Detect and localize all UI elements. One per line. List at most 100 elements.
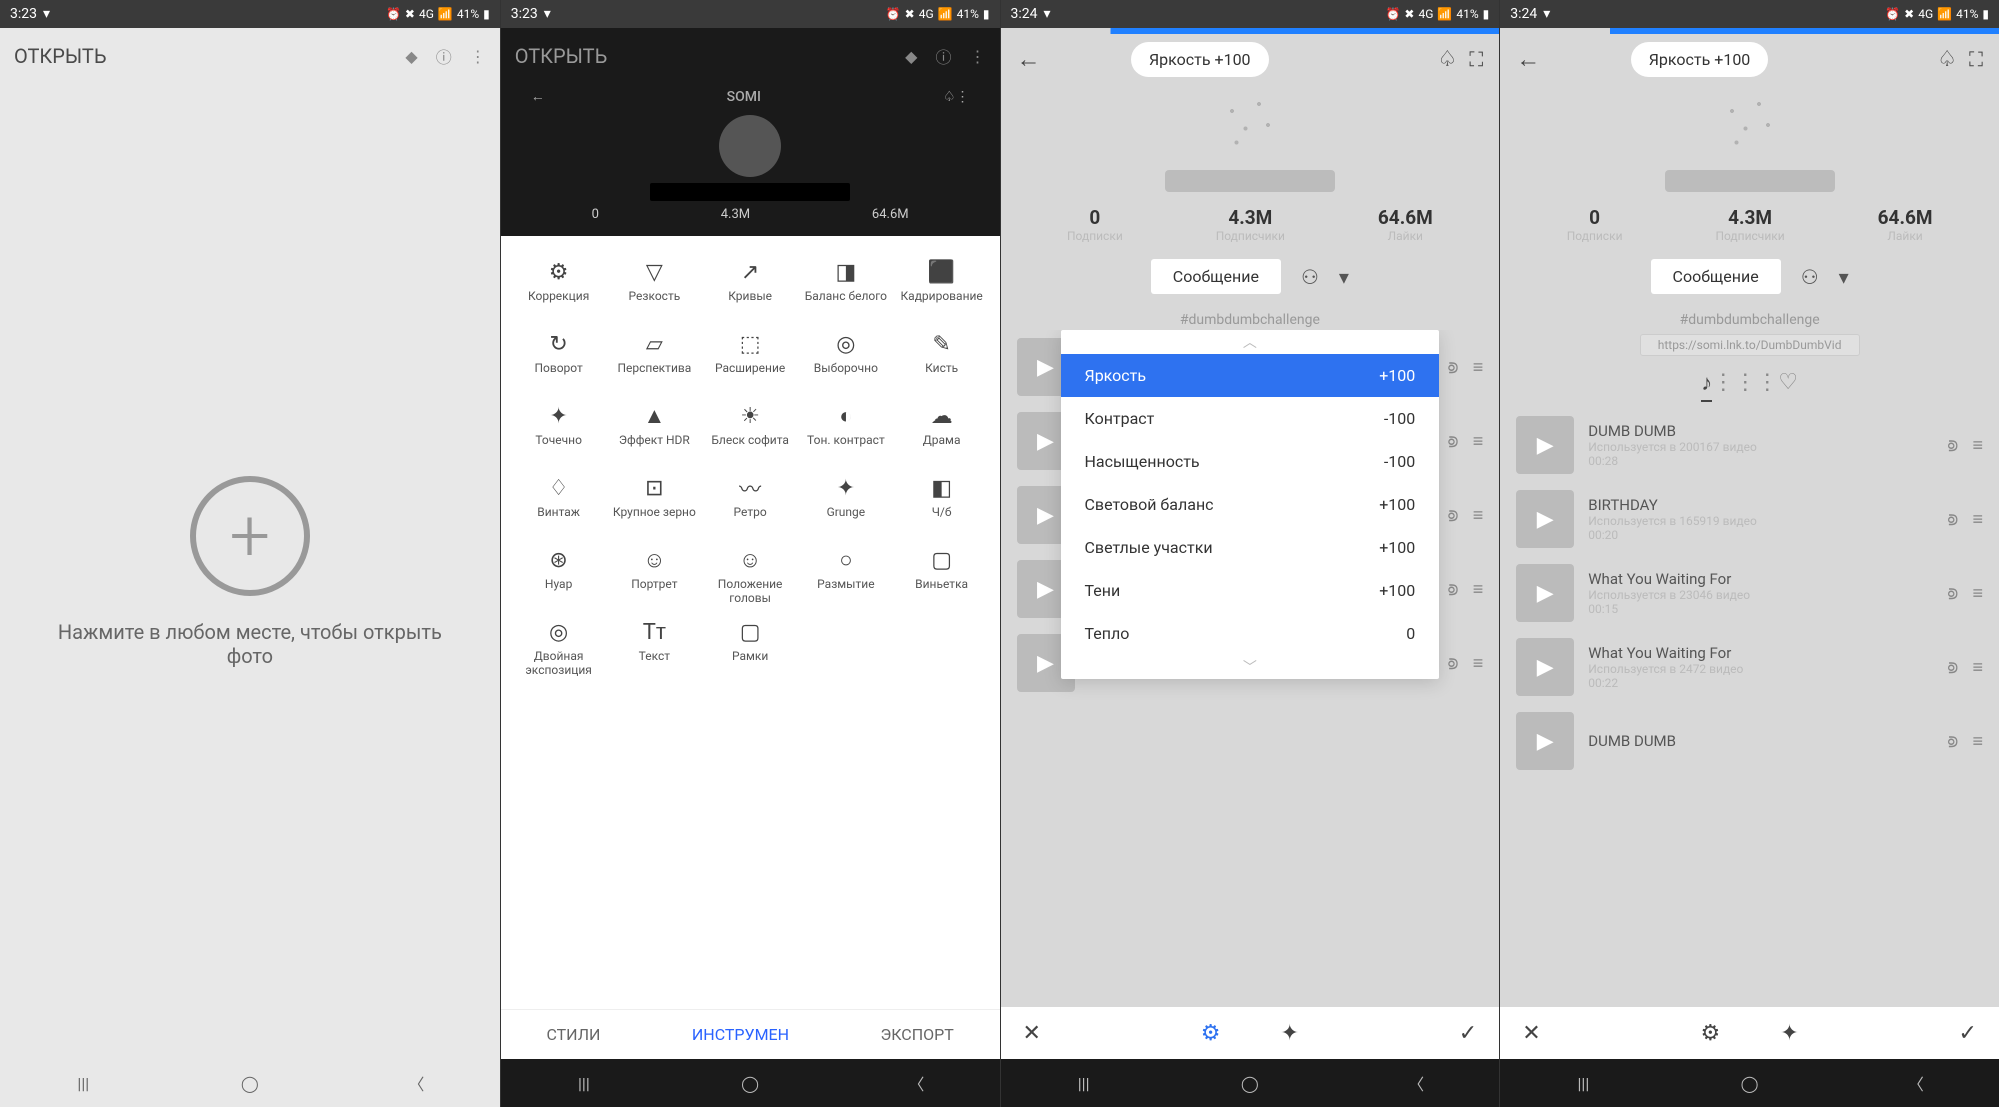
bookmark-icon[interactable]: ⟄	[1948, 435, 1959, 456]
message-button[interactable]: Сообщение	[1151, 259, 1281, 294]
queue-icon[interactable]: ≡	[1972, 435, 1983, 456]
bookmark-icon[interactable]: ⟄	[1448, 357, 1459, 378]
bookmark-icon[interactable]: ⟄	[1448, 579, 1459, 600]
home-button[interactable]: ◯	[220, 1074, 280, 1093]
tool-выборочно[interactable]: ◎Выборочно	[803, 326, 889, 390]
tool-точечно[interactable]: ✦Точечно	[516, 398, 602, 462]
tab-heart[interactable]: ♡	[1778, 370, 1798, 402]
tool-нуар[interactable]: ⊛Нуар	[516, 542, 602, 606]
adjustments-panel[interactable]: ︿ Яркость+100Контраст-100Насыщенность-10…	[1061, 330, 1440, 679]
compare-icon[interactable]: ⛶	[1969, 47, 1983, 71]
adjustment-Яркость[interactable]: Яркость+100	[1061, 354, 1440, 397]
queue-icon[interactable]: ≡	[1972, 731, 1983, 752]
tool-текст[interactable]: TᴛТекст	[611, 614, 697, 678]
tool-портрет[interactable]: ☺Портрет	[611, 542, 697, 606]
bookmark-icon[interactable]: ⟄	[1948, 731, 1959, 752]
tool-винтаж[interactable]: ♢Винтаж	[516, 470, 602, 534]
queue-icon[interactable]: ≡	[1473, 653, 1484, 674]
bookmark-icon[interactable]: ⟄	[1448, 653, 1459, 674]
adjustment-Тени[interactable]: Тени+100	[1061, 569, 1440, 612]
back-button[interactable]: 〈	[1386, 1071, 1446, 1095]
tab-tools[interactable]: ИНСТРУМЕН	[692, 1025, 789, 1044]
tool-рамки[interactable]: ▢Рамки	[707, 614, 793, 678]
compare-icon[interactable]: ⛶	[1469, 47, 1483, 71]
tool-кисть[interactable]: ✎Кисть	[899, 326, 985, 390]
home-button[interactable]: ◯	[1720, 1074, 1780, 1093]
song-item[interactable]: ▶BIRTHDAYИспользуется в 165919 видео00:2…	[1500, 482, 1999, 556]
add-user-icon[interactable]: ⚇	[1301, 265, 1319, 289]
adjustment-Контраст[interactable]: Контраст-100	[1061, 397, 1440, 440]
bell-icon[interactable]: ♤	[1438, 47, 1458, 72]
tool-grunge[interactable]: ✦Grunge	[803, 470, 889, 534]
tool-блеск-софита[interactable]: ☀Блеск софита	[707, 398, 793, 462]
tool-расширение[interactable]: ⬚Расширение	[707, 326, 793, 390]
tool-положение-головы[interactable]: ☺Положение головы	[707, 542, 793, 606]
open-area[interactable]: + Нажмите в любом месте, чтобы открыть ф…	[0, 84, 500, 1059]
tune-icon[interactable]: ⚙	[1201, 1021, 1221, 1046]
layers-icon[interactable]: ◆	[405, 47, 417, 66]
more-caret[interactable]: ▾	[1839, 265, 1849, 289]
message-button[interactable]: Сообщение	[1651, 259, 1781, 294]
recent-button[interactable]: |||	[1054, 1074, 1114, 1093]
recent-button[interactable]: |||	[53, 1074, 113, 1093]
tune-icon[interactable]: ⚙	[1701, 1021, 1721, 1046]
bell-icon[interactable]: ♤	[1937, 47, 1957, 72]
magic-icon[interactable]: ✦	[1281, 1021, 1299, 1046]
tool-перспектива[interactable]: ▱Перспектива	[611, 326, 697, 390]
tab-styles[interactable]: СТИЛИ	[546, 1025, 600, 1044]
bookmark-icon[interactable]: ⟄	[1448, 431, 1459, 452]
back-button[interactable]: 〈	[886, 1071, 946, 1095]
tool-драма[interactable]: ☁Драма	[899, 398, 985, 462]
bookmark-icon[interactable]: ⟄	[1948, 657, 1959, 678]
more-icon[interactable]: ⋮	[470, 47, 486, 66]
home-button[interactable]: ◯	[1220, 1074, 1280, 1093]
add-user-icon[interactable]: ⚇	[1801, 265, 1819, 289]
recent-button[interactable]: |||	[1553, 1074, 1613, 1093]
tab-grid[interactable]: ⋮⋮⋮	[1712, 370, 1778, 402]
queue-icon[interactable]: ≡	[1473, 505, 1484, 526]
tool-кадрирование[interactable]: ⬛Кадрирование	[899, 254, 985, 318]
link-box[interactable]: https://somi.lnk.to/DumbDumbVid	[1640, 334, 1860, 356]
confirm-button[interactable]: ✓	[1959, 1021, 1977, 1046]
tool-крупное-зерно[interactable]: ⊡Крупное зерно	[611, 470, 697, 534]
song-item[interactable]: ▶What You Waiting ForИспользуется в 2472…	[1500, 630, 1999, 704]
tool-поворот[interactable]: ↻Поворот	[516, 326, 602, 390]
home-button[interactable]: ◯	[720, 1074, 780, 1093]
song-item[interactable]: ▶DUMB DUMBИспользуется в 200167 видео00:…	[1500, 408, 1999, 482]
tool-баланс-белого[interactable]: ◨Баланс белого	[803, 254, 889, 318]
tool-тон-контраст[interactable]: ◐Тон. контраст	[803, 398, 889, 462]
song-item[interactable]: ▶What You Waiting ForИспользуется в 2304…	[1500, 556, 1999, 630]
tool-двойная-экспозиция[interactable]: ◎Двойная экспозиция	[516, 614, 602, 678]
back-arrow[interactable]: ←	[1516, 45, 1540, 74]
adjustment-Насыщенность[interactable]: Насыщенность-100	[1061, 440, 1440, 483]
queue-icon[interactable]: ≡	[1473, 431, 1484, 452]
tool-ретро[interactable]: 〰Ретро	[707, 470, 793, 534]
tool-ч-б[interactable]: ◧Ч/б	[899, 470, 985, 534]
magic-icon[interactable]: ✦	[1780, 1021, 1798, 1046]
bookmark-icon[interactable]: ⟄	[1948, 509, 1959, 530]
adjustment-Тепло[interactable]: Тепло0	[1061, 612, 1440, 655]
adjustment-Светлые участки[interactable]: Светлые участки+100	[1061, 526, 1440, 569]
more-caret[interactable]: ▾	[1339, 265, 1349, 289]
tool-размытие[interactable]: ○Размытие	[803, 542, 889, 606]
tool-коррекция[interactable]: ⚙Коррекция	[516, 254, 602, 318]
back-button[interactable]: 〈	[1886, 1071, 1946, 1095]
queue-icon[interactable]: ≡	[1972, 657, 1983, 678]
song-item[interactable]: ▶DUMB DUMB⟄≡	[1500, 704, 1999, 778]
bookmark-icon[interactable]: ⟄	[1948, 583, 1959, 604]
tool-эффект-hdr[interactable]: ▲Эффект HDR	[611, 398, 697, 462]
recent-button[interactable]: |||	[554, 1074, 614, 1093]
queue-icon[interactable]: ≡	[1473, 357, 1484, 378]
confirm-button[interactable]: ✓	[1459, 1021, 1477, 1046]
bookmark-icon[interactable]: ⟄	[1448, 505, 1459, 526]
cancel-button[interactable]: ✕	[1023, 1021, 1041, 1046]
back-arrow[interactable]: ←	[1017, 45, 1041, 74]
tab-music[interactable]: ♪	[1701, 370, 1712, 402]
cancel-button[interactable]: ✕	[1522, 1021, 1540, 1046]
adjustment-Световой баланс[interactable]: Световой баланс+100	[1061, 483, 1440, 526]
queue-icon[interactable]: ≡	[1972, 583, 1983, 604]
tool-кривые[interactable]: ↗Кривые	[707, 254, 793, 318]
back-button[interactable]: 〈	[386, 1071, 446, 1095]
queue-icon[interactable]: ≡	[1473, 579, 1484, 600]
queue-icon[interactable]: ≡	[1972, 509, 1983, 530]
